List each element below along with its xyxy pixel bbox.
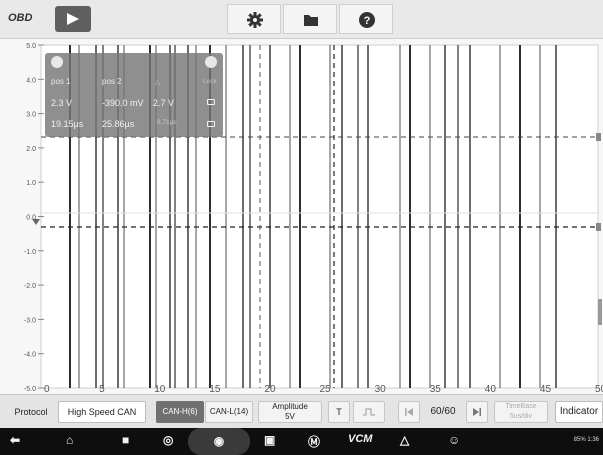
trigger-button[interactable]: T	[328, 401, 350, 423]
skip-back-icon	[405, 408, 413, 416]
car-icon[interactable]: △	[400, 433, 409, 447]
help-icon: ?	[359, 12, 375, 28]
settings-button[interactable]	[227, 4, 281, 34]
delta-time: 6.71μs	[157, 119, 177, 126]
maxifix-icon[interactable]: Ⓜ	[308, 433, 320, 450]
y-tick-label: -5.0	[24, 386, 36, 393]
delta-voltage: 2.7 V	[153, 98, 175, 108]
timebase-button[interactable]: TimeBase 5us/div	[494, 401, 548, 423]
protocol-label: Protocol	[14, 407, 48, 417]
remote-expert-icon[interactable]: ☺	[448, 433, 460, 447]
y-tick-label: -1.0	[24, 249, 36, 256]
y-tick-label: -2.0	[24, 283, 36, 290]
x-tick-label: 30	[375, 384, 387, 394]
y-tick-label: -4.0	[24, 352, 36, 359]
timebase-value: 5us/div	[509, 413, 533, 420]
pos2-voltage: -390.0 mV	[102, 98, 144, 108]
protocol-select[interactable]: High Speed CAN	[58, 401, 146, 423]
collapse-icon[interactable]	[51, 56, 63, 68]
folder-icon	[304, 15, 318, 26]
page-counter: 60/60	[430, 406, 456, 417]
cursor-h1-handle	[596, 133, 601, 141]
back-icon[interactable]: ⬅	[10, 433, 20, 447]
amplitude-label: Amplitude	[272, 402, 308, 411]
recent-apps-icon[interactable]: ■	[122, 433, 129, 447]
browser-icon[interactable]: ◎	[163, 433, 173, 447]
toolbar-button-group: ?	[227, 4, 395, 34]
play-icon	[67, 13, 79, 25]
x-tick-label: 45	[540, 384, 552, 394]
y-tick-label: 5.0	[26, 43, 36, 50]
top-toolbar: OBD ?	[0, 0, 603, 39]
x-tick-label: 0	[44, 384, 50, 394]
status-bar-text: 85% 1:36	[573, 437, 599, 443]
x-tick-label: 5	[99, 384, 105, 394]
system-navigation-bar: ⬅ ⌂ ■ ◎ ◉ ▣ Ⓜ VCM △ ☺ 85% 1:36	[0, 428, 603, 455]
vcm-icon[interactable]: VCM	[348, 433, 372, 445]
amplitude-button[interactable]: Amplitude 5V	[258, 401, 322, 423]
channel-can-l-button[interactable]: CAN-L(14)	[205, 401, 253, 423]
y-tick-label: -3.0	[24, 317, 36, 324]
pulse-edge-icon	[363, 408, 375, 416]
timebase-label: TimeBase	[505, 403, 537, 410]
y-tick-label: 3.0	[26, 112, 36, 119]
cursor-measurement-panel: pos 1 pos 2 △ Lock 2.3 V -390.0 mV 2.7 V…	[45, 53, 223, 137]
x-tick-label: 40	[485, 384, 497, 394]
x-tick-label: 15	[209, 384, 221, 394]
bottom-control-bar: Protocol High Speed CAN CAN-H(6) CAN-L(1…	[0, 394, 603, 429]
x-tick-label: 25	[320, 384, 332, 394]
pos1-header: pos 1	[51, 77, 71, 86]
home-icon[interactable]: ⌂	[66, 433, 73, 447]
close-icon[interactable]	[205, 56, 217, 68]
lock-icon[interactable]	[207, 99, 215, 105]
y-tick-label: 1.0	[26, 180, 36, 187]
camera-icon[interactable]: ◉	[188, 428, 250, 455]
multi-window-icon[interactable]: ▣	[264, 433, 275, 447]
amplitude-value: 5V	[285, 412, 295, 421]
app-logo: OBD	[8, 12, 33, 24]
play-button[interactable]	[55, 6, 91, 32]
help-button[interactable]: ?	[339, 4, 393, 34]
lock-header: Lock	[203, 78, 217, 85]
pos1-time: 19.15μs	[51, 119, 84, 129]
plot-scrollbar	[598, 299, 602, 325]
skip-forward-icon	[473, 408, 481, 416]
pos2-header: pos 2	[102, 77, 122, 86]
x-tick-label: 35	[430, 384, 442, 394]
trigger-edge-button[interactable]	[353, 401, 385, 423]
cursor-h2-handle	[596, 223, 601, 231]
pos2-time: 25.86μs	[102, 119, 135, 129]
lock-icon[interactable]	[207, 121, 215, 127]
gear-icon	[247, 12, 263, 28]
previous-frame-button[interactable]	[398, 401, 420, 423]
folder-button[interactable]	[283, 4, 337, 34]
next-frame-button[interactable]	[466, 401, 488, 423]
delta-header-icon: △	[155, 79, 160, 86]
pos1-voltage: 2.3 V	[51, 98, 73, 108]
y-tick-label: 4.0	[26, 77, 36, 84]
channel-can-h-button[interactable]: CAN-H(6)	[156, 401, 204, 423]
svg-text:?: ?	[364, 15, 371, 27]
y-tick-label: 2.0	[26, 146, 36, 153]
trigger-level-marker	[32, 219, 40, 225]
indicator-button[interactable]: Indicator	[555, 401, 603, 423]
x-tick-label: 50us	[595, 384, 603, 394]
